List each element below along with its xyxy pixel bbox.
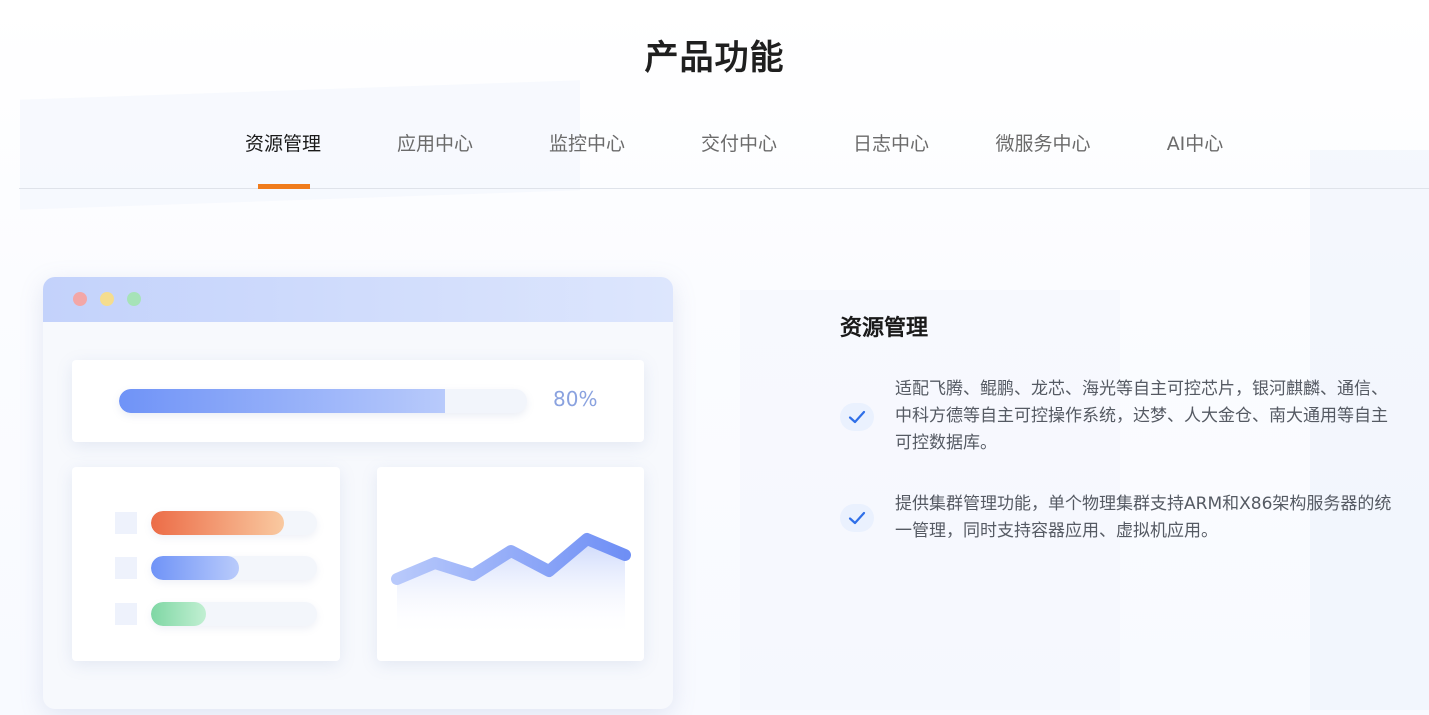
window-minimize-dot-icon [100,292,114,306]
feature-tabs: 资源管理 应用中心 监控中心 交付中心 日志中心 微服务中心 AI中心 [19,112,1429,189]
tab-microservice-center[interactable]: 微服务中心 [983,129,1103,189]
progress-bar-fill [119,389,446,413]
progress-label: 80% [553,387,598,411]
check-icon [840,504,874,532]
tab-ai-center[interactable]: AI中心 [1135,129,1255,189]
tab-resource-management[interactable]: 资源管理 [223,129,343,189]
window-title-bar [43,277,673,322]
tab-app-center[interactable]: 应用中心 [375,129,495,189]
feature-text: 提供集群管理功能，单个物理集群支持ARM和X86架构服务器的统一管理，同时支持容… [895,494,1392,541]
progress-bar [119,389,527,413]
checkbox-placeholder-icon [115,557,137,579]
feature-text: 适配飞腾、鲲鹏、龙芯、海光等自主可控芯片，银河麒麟、通信、中科方德等自主可控操作… [895,379,1388,453]
list-bar-fill [151,602,206,626]
tab-log-center[interactable]: 日志中心 [831,129,951,189]
progress-card: 80% [72,360,644,442]
section-title: 产品功能 [644,38,785,78]
line-chart-illustration [391,533,631,637]
checkbox-placeholder-icon [115,512,137,534]
dashboard-illustration: 80% [43,277,673,709]
tab-delivery-center[interactable]: 交付中心 [679,129,799,189]
checkbox-placeholder-icon [115,603,137,625]
tab-monitor-center[interactable]: 监控中心 [527,129,647,189]
content-title: 资源管理 [840,316,929,341]
list-bar [151,511,317,535]
list-card [72,467,340,661]
list-item [115,602,317,626]
list-bar-fill [151,511,284,535]
list-item [115,511,317,535]
product-features-page: 产品功能 资源管理 应用中心 监控中心 交付中心 日志中心 微服务中心 AI中心… [0,0,1429,715]
list-bar [151,602,317,626]
list-item [115,556,317,580]
window-maximize-dot-icon [127,292,141,306]
list-bar-fill [151,556,239,580]
active-tab-indicator [258,184,310,189]
window-close-dot-icon [73,292,87,306]
chart-card [377,467,644,661]
check-icon [840,403,874,431]
list-bar [151,556,317,580]
